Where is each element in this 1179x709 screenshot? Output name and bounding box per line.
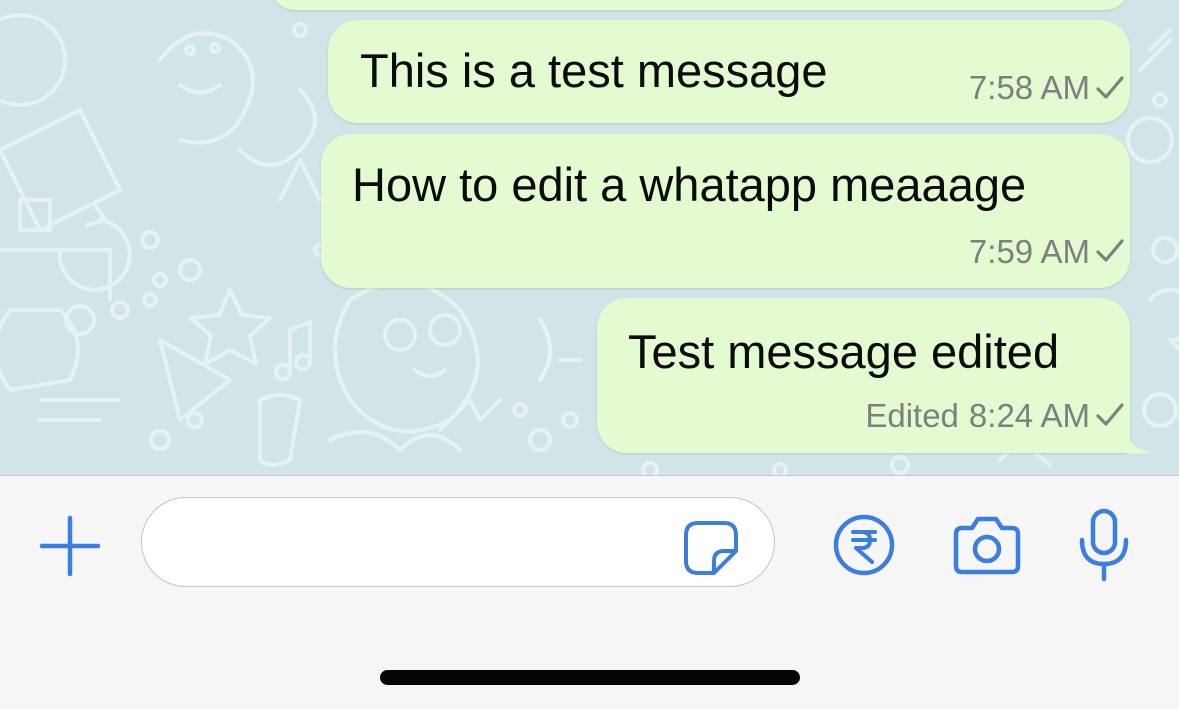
home-indicator	[380, 670, 800, 685]
message-bubble[interactable]: Test message edited Edited 8:24 AM	[597, 298, 1130, 453]
edited-label: Edited	[865, 397, 959, 434]
camera-icon[interactable]	[952, 514, 1022, 576]
previous-message-bubble[interactable]	[270, 0, 1130, 10]
message-meta: 7:59 AM	[969, 235, 1090, 268]
message-meta: Edited 8:24 AM	[865, 399, 1090, 432]
message-input[interactable]	[141, 497, 775, 587]
message-bubble[interactable]: How to edit a whatapp meaaage 7:59 AM	[321, 134, 1130, 288]
message-time: 7:59 AM	[968, 233, 1090, 270]
message-text: How to edit a whatapp meaaage	[352, 158, 1027, 211]
sticker-icon[interactable]	[682, 519, 740, 577]
message-composer	[0, 475, 1179, 709]
microphone-icon[interactable]	[1078, 508, 1130, 582]
rupee-payment-icon[interactable]	[832, 513, 896, 577]
plus-icon[interactable]	[38, 514, 102, 578]
message-text: This is a test message	[360, 44, 828, 97]
message-time: 7:58 AM	[968, 69, 1090, 106]
message-text: Test message edited	[628, 325, 1060, 378]
message-time: 8:24 AM	[968, 397, 1090, 434]
bubble-tail	[1120, 424, 1152, 454]
chat-area: This is a test message 7:58 AM How to ed…	[0, 0, 1179, 475]
message-bubble[interactable]: This is a test message 7:58 AM	[328, 20, 1130, 123]
message-meta: 7:58 AM	[969, 71, 1090, 104]
single-check-icon	[1096, 239, 1124, 262]
single-check-icon	[1096, 76, 1124, 99]
